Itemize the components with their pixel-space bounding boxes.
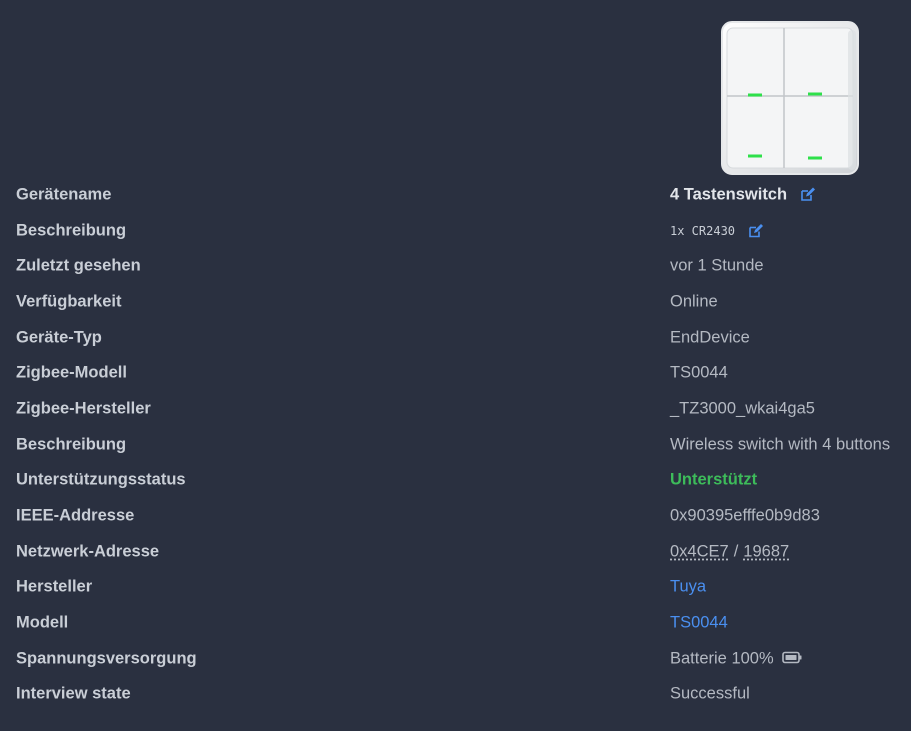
label-network-address: Netzwerk-Adresse — [16, 542, 160, 561]
row-interview-state: Interview state Successful — [0, 677, 911, 713]
row-model-description: Beschreibung Wireless switch with 4 butt… — [0, 427, 911, 463]
model-link[interactable]: TS0044 — [670, 614, 728, 633]
switch-device-illustration — [721, 21, 859, 175]
label-zigbee-model: Zigbee-Modell — [16, 363, 127, 382]
row-zigbee-model: Zigbee-Modell TS0044 — [0, 355, 911, 391]
value-manufacturer: Tuya — [670, 578, 706, 597]
manufacturer-link[interactable]: Tuya — [670, 578, 706, 597]
value-ieee-address: 0x90395efffe0b9d83 — [670, 506, 820, 525]
label-zigbee-manufacturer: Zigbee-Hersteller — [16, 399, 151, 418]
label-description: Beschreibung — [16, 221, 127, 240]
label-model-description: Beschreibung — [16, 435, 127, 454]
device-image — [720, 20, 860, 176]
network-address-separator: / — [733, 542, 739, 561]
row-last-seen: Zuletzt gesehen vor 1 Stunde — [0, 248, 911, 284]
edit-icon[interactable] — [800, 187, 816, 203]
row-device-name: Gerätename 4 Tastenswitch — [0, 177, 911, 213]
label-availability: Verfügbarkeit — [16, 292, 122, 311]
label-power-source: Spannungsversorgung — [16, 649, 197, 668]
row-support-status: Unterstützungsstatus Unterstützt — [0, 463, 911, 499]
label-model: Modell — [16, 613, 69, 632]
label-interview-state: Interview state — [16, 684, 131, 703]
network-address-hex: 0x4CE7 — [670, 542, 729, 561]
value-description: 1x CR2430 — [670, 223, 764, 239]
label-device-name: Gerätename — [16, 185, 112, 204]
label-last-seen: Zuletzt gesehen — [16, 256, 141, 275]
device-details-page: Gerätename 4 Tastenswitch Beschreibung 1… — [0, 0, 911, 731]
description-text: 1x CR2430 — [670, 223, 736, 238]
value-device-type: EndDevice — [670, 328, 750, 347]
row-availability: Verfügbarkeit Online — [0, 284, 911, 320]
edit-icon[interactable] — [748, 223, 764, 239]
value-support-status: Unterstützt — [670, 470, 758, 489]
row-network-address: Netzwerk-Adresse 0x4CE7 / 19687 — [0, 534, 911, 570]
network-address-dec: 19687 — [743, 542, 790, 561]
row-power-source: Spannungsversorgung Batterie 100% — [0, 641, 911, 677]
value-interview-state: Successful — [670, 684, 750, 703]
row-manufacturer: Hersteller Tuya — [0, 570, 911, 606]
label-device-type: Geräte-Typ — [16, 328, 102, 347]
row-zigbee-manufacturer: Zigbee-Hersteller _TZ3000_wkai4ga5 — [0, 391, 911, 427]
value-zigbee-manufacturer: _TZ3000_wkai4ga5 — [670, 399, 815, 418]
value-last-seen: vor 1 Stunde — [670, 256, 764, 275]
label-support-status: Unterstützungsstatus — [16, 470, 186, 489]
battery-full-icon — [781, 649, 802, 668]
value-model: TS0044 — [670, 614, 728, 633]
label-manufacturer: Hersteller — [16, 577, 93, 596]
row-device-type: Geräte-Typ EndDevice — [0, 320, 911, 356]
value-power-source: Batterie 100% — [670, 649, 802, 668]
device-name-text: 4 Tastenswitch — [670, 185, 788, 204]
row-model: Modell TS0044 — [0, 605, 911, 641]
value-zigbee-model: TS0044 — [670, 363, 728, 382]
device-info-table: Gerätename 4 Tastenswitch Beschreibung 1… — [0, 177, 911, 712]
value-availability: Online — [670, 292, 718, 311]
row-description: Beschreibung 1x CR2430 — [0, 213, 911, 249]
label-ieee-address: IEEE-Addresse — [16, 506, 135, 525]
value-device-name: 4 Tastenswitch — [670, 185, 816, 204]
value-network-address: 0x4CE7 / 19687 — [670, 542, 789, 561]
power-source-text: Batterie 100% — [670, 649, 774, 668]
value-model-description: Wireless switch with 4 buttons — [670, 435, 891, 454]
row-ieee-address: IEEE-Addresse 0x90395efffe0b9d83 — [0, 498, 911, 534]
